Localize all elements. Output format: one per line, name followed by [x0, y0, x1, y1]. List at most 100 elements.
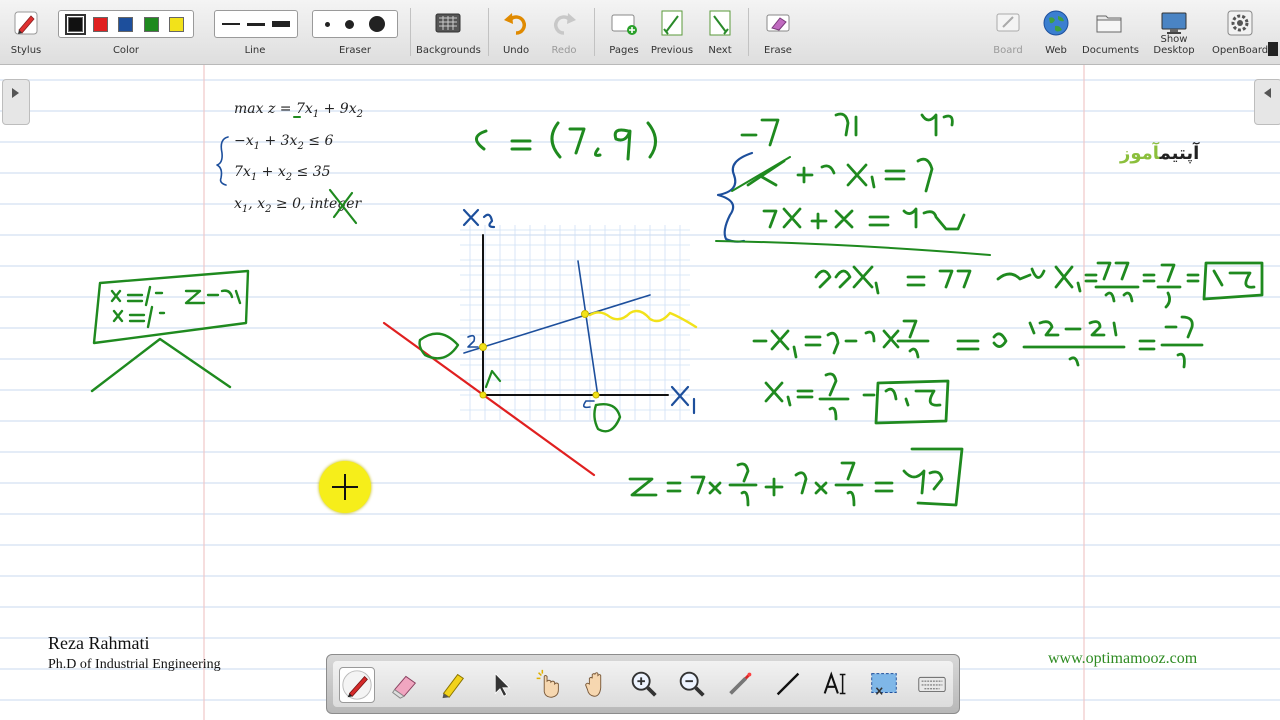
show-desktop-button[interactable]: Show Desktop	[1140, 4, 1208, 60]
top-toolbar: Stylus Color Line Eraser Backgrounds Und…	[0, 0, 1280, 65]
pages-button[interactable]: Pages	[602, 4, 646, 60]
toolbar-scroll-arrow[interactable]	[1268, 42, 1278, 56]
interact-tool-button[interactable]	[531, 667, 567, 703]
board-label: Board	[993, 45, 1023, 56]
color-swatch-red[interactable]	[93, 16, 109, 32]
hand-tool-button[interactable]	[579, 667, 615, 703]
next-label: Next	[708, 45, 732, 56]
stylus-label: Stylus	[10, 45, 42, 56]
documents-button[interactable]: Documents	[1082, 4, 1140, 60]
hand-click-icon	[536, 669, 559, 698]
marker-tool-button[interactable]	[435, 667, 471, 703]
zoom-out-icon	[679, 671, 705, 697]
eraser-large-button[interactable]	[369, 16, 386, 32]
undo-label: Undo	[502, 45, 530, 56]
palette-inner	[333, 661, 953, 707]
selector-tool-button[interactable]	[483, 667, 519, 703]
circled-5	[593, 403, 622, 433]
web-button[interactable]: Web	[1036, 4, 1076, 60]
website-url: www.optimamooz.com	[1048, 650, 1198, 667]
solve-x1-line	[752, 315, 1204, 369]
label-2	[467, 334, 479, 348]
redo-button[interactable]: Redo	[544, 4, 584, 60]
undo-icon	[504, 13, 526, 35]
previous-label: Previous	[650, 45, 694, 56]
label-5	[582, 400, 595, 409]
gradient-arrow	[484, 369, 502, 389]
backgrounds-button[interactable]: Backgrounds	[416, 4, 481, 60]
toolbar-separator	[594, 8, 595, 56]
equation-system-right	[740, 112, 966, 231]
axis-label-x2	[462, 208, 496, 229]
constraint-1-line	[463, 294, 651, 354]
redo-icon	[554, 13, 576, 35]
author-name: Reza Rahmati	[48, 633, 150, 653]
crosshair-icon-bar	[332, 486, 358, 488]
documents-label: Documents	[1082, 45, 1140, 56]
laser-pointer-tool-button[interactable]	[723, 667, 759, 703]
zoom-in-tool-button[interactable]	[627, 667, 663, 703]
eraser-small-button[interactable]	[324, 21, 330, 27]
line-tool-button[interactable]	[771, 667, 807, 703]
boxed-answer-left	[90, 269, 250, 393]
optimal-annotation	[588, 309, 698, 329]
undo-button[interactable]: Undo	[496, 4, 536, 60]
redo-label: Redo	[551, 45, 577, 56]
erase-button[interactable]: Erase	[756, 4, 800, 60]
whiteboard-canvas[interactable]: max z = 7x1 + 9x2 −x1 + 3x2 ≤ 6 7x1 + x2…	[0, 65, 1280, 720]
backgrounds-label: Backgrounds	[416, 45, 481, 56]
hand-icon	[585, 672, 602, 697]
gear-icon	[1227, 10, 1253, 36]
vertex-origin	[479, 391, 487, 399]
strike-line	[731, 156, 791, 192]
openboard-menu-button[interactable]: OpenBoard	[1212, 4, 1268, 60]
folder-icon	[1096, 15, 1122, 33]
board-icon	[996, 13, 1020, 32]
color-group: Color	[56, 4, 196, 60]
sum-underline	[715, 240, 991, 256]
capture-tool-button[interactable]	[867, 667, 903, 703]
objective-value-line	[628, 447, 964, 507]
cross-mark	[328, 188, 358, 225]
line-medium-button[interactable]	[246, 22, 265, 26]
big-brace-right	[716, 151, 754, 243]
stylus-icon	[14, 11, 38, 35]
handwriting-layer	[90, 112, 1264, 507]
next-page-button[interactable]: Next	[700, 4, 740, 60]
eraser-tool-button[interactable]	[387, 667, 423, 703]
backgrounds-icon	[435, 13, 461, 33]
line-label: Line	[244, 45, 266, 56]
add-page-icon	[611, 14, 637, 35]
line-thick-button[interactable]	[271, 21, 290, 27]
color-swatch-black[interactable]	[65, 13, 87, 35]
eraser-label: Eraser	[338, 45, 372, 56]
stylus-button[interactable]: Stylus	[4, 4, 48, 60]
vertex-optimal	[581, 310, 589, 318]
eraser-group: Eraser	[312, 4, 398, 60]
keyboard-tool-button[interactable]	[915, 667, 951, 703]
previous-page-button[interactable]: Previous	[648, 4, 696, 60]
pages-label: Pages	[609, 45, 639, 56]
color-swatch-blue[interactable]	[118, 16, 134, 32]
toolbar-separator	[410, 8, 411, 56]
color-swatch-green[interactable]	[143, 16, 159, 32]
line-thin-button[interactable]	[222, 23, 241, 25]
pen-tool-button[interactable]	[339, 667, 375, 703]
board-button[interactable]: Board	[988, 4, 1028, 60]
solve-x2-line	[814, 261, 1264, 309]
graph-axes	[482, 234, 669, 396]
previous-page-icon	[661, 10, 683, 36]
zoom-out-tool-button[interactable]	[675, 667, 711, 703]
cost-vector-ink	[475, 121, 657, 161]
vertex-0-2	[479, 343, 487, 351]
globe-icon	[1043, 10, 1069, 36]
text-tool-button[interactable]	[819, 667, 855, 703]
toolbar-separator	[748, 8, 749, 56]
eraser-medium-button[interactable]	[344, 19, 354, 29]
show-desktop-label: Show Desktop	[1153, 34, 1195, 56]
erase-label: Erase	[764, 45, 792, 56]
openboard-label: OpenBoard	[1212, 45, 1269, 56]
vertex-5-0	[592, 391, 600, 399]
constraint-2-line	[577, 260, 599, 398]
color-swatch-yellow[interactable]	[168, 16, 184, 32]
